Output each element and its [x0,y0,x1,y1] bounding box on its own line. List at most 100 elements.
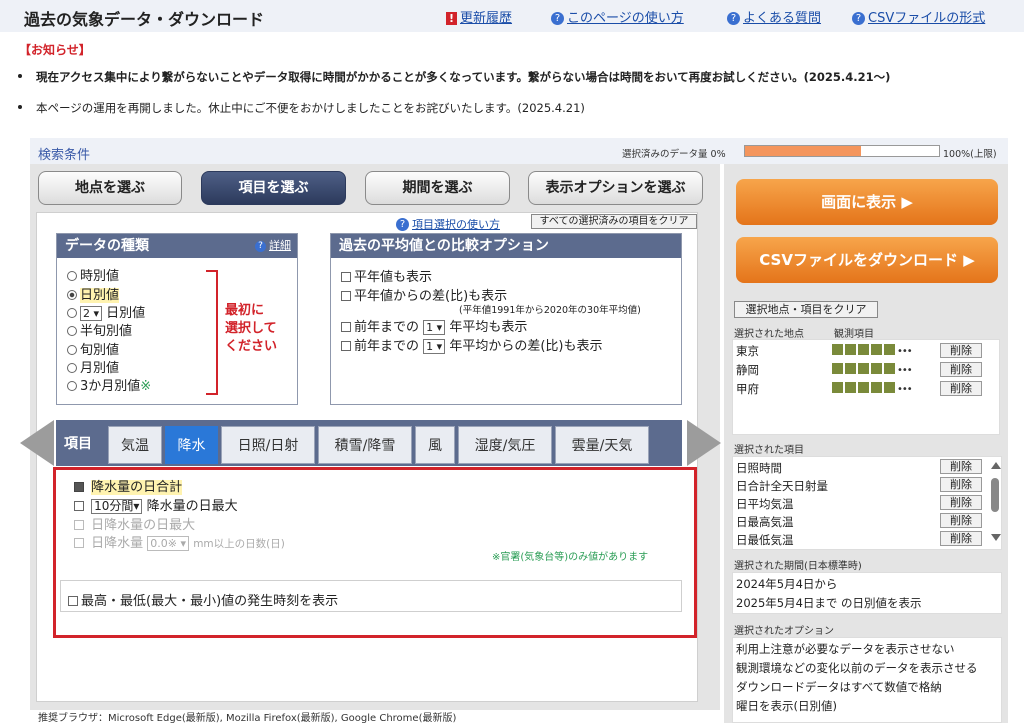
compare-heading: 過去の平均値との比較オプション [331,234,681,258]
faq-link[interactable]: ? よくある質問 [727,7,821,26]
period-from: 2024年5月4日から [736,577,838,591]
show-on-screen-button[interactable]: 画面に表示 ▶ [736,179,998,225]
option-line: 曜日を表示(日別値) [736,699,837,713]
data-type-heading: データの種類? 詳細 [57,234,297,258]
official-station-note: ※官署(気象台等)のみ値があります [492,552,649,563]
question-icon: ? [727,12,740,25]
observation-icon [871,363,882,374]
radio-icon [67,290,77,300]
radio-hourly[interactable]: 時別値 [67,265,119,284]
element-usage-label: 項目選択の使い方 [412,218,500,231]
notice-item: 現在アクセス集中により繋がらないことやデータ取得に時間がかかることが多くなってい… [18,69,890,85]
csv-format-link[interactable]: ? CSVファイルの形式 [852,7,985,26]
observation-icon [858,382,869,393]
element-icons: ••• [832,344,913,357]
prev-years-diff-select[interactable]: 1 ▾ [423,339,446,354]
bullet-icon [18,74,22,78]
tab-wind[interactable]: 風 [415,426,455,464]
radio-monthly[interactable]: 月別値 [67,357,119,376]
option-line: 観測環境などの変化以前のデータを表示させる [736,661,978,675]
selected-item: 日最低気温 [736,533,794,547]
delete-station-button[interactable]: 削除 [940,362,982,377]
radio-three-month[interactable]: 3か月別値※ [67,375,151,394]
radio-daily[interactable]: 日別値 [67,284,120,303]
tab-temperature[interactable]: 気温 [108,426,162,464]
radio-half-decade[interactable]: 半旬別値 [67,320,132,339]
element-usage-link[interactable]: ? 項目選択の使い方 [396,216,500,232]
prev-years-select[interactable]: 1 ▾ [423,320,446,335]
observation-icon [832,363,843,374]
csv-format-label: CSVファイルの形式 [868,11,986,26]
clear-all-button[interactable]: すべての選択済みの項目をクリア [531,214,697,229]
radio-label: 日別値 [80,288,120,303]
detail-link[interactable]: ? 詳細 [255,234,291,258]
detail-label: 詳細 [269,239,291,252]
delete-station-button[interactable]: 削除 [940,343,982,358]
page-usage-link[interactable]: ? このページの使い方 [551,7,684,26]
data-amount-label: 選択済みのデータ量 0% [622,149,726,160]
tab-humidity[interactable]: 湿度/気圧 [458,426,552,464]
station-name: 静岡 [736,363,759,377]
delete-item-button[interactable]: 削除 [940,531,982,546]
checkbox-label: 最高・最低(最大・最小)値の発生時刻を表示 [81,594,339,609]
question-icon: ? [255,241,266,252]
search-heading: 検索条件 [38,148,91,163]
observation-icon [884,344,895,355]
prev-years-diff-checkbox[interactable]: 前年までの 1 ▾ 年平均からの差(比)も表示 [341,335,602,354]
tab-precipitation[interactable]: 降水 [165,426,218,464]
radio-decade[interactable]: 旬別値 [67,339,119,358]
page-title: 過去の気象データ・ダウンロード [24,10,265,29]
checkbox-label-suffix: 年平均からの差(比)も表示 [449,339,603,354]
more-dots: ••• [897,365,913,376]
tab-sunshine[interactable]: 日照/日射 [221,426,315,464]
items-scrollbar[interactable] [989,460,1001,546]
observation-icon [884,382,895,393]
clear-selection-button[interactable]: 選択地点・項目をクリア [734,301,878,318]
n-days-value: 2 [83,307,90,320]
faq-label: よくある質問 [743,11,822,26]
update-history-link[interactable]: ! 更新履歴 [446,7,512,26]
maxmin-time-checkbox[interactable]: 最高・最低(最大・最小)値の発生時刻を表示 [68,590,338,609]
step-element-button[interactable]: 項目を選ぶ [201,171,346,205]
step-station-button[interactable]: 地点を選ぶ [38,171,182,205]
step-options-button[interactable]: 表示オプションを選ぶ [528,171,703,205]
n-days-select[interactable]: 2 ▾ [80,306,103,321]
stations-label: 選択された地点 [734,329,804,340]
scroll-down-icon[interactable] [991,534,1001,541]
station-name: 東京 [736,344,759,358]
tab-snow[interactable]: 積雪/降雪 [318,426,412,464]
prev-years-avg-checkbox[interactable]: 前年までの 1 ▾ 年平均も表示 [341,316,527,335]
observation-icon [871,382,882,393]
scroll-thumb[interactable] [991,478,999,512]
question-icon: ? [551,12,564,25]
option-line: ダウンロードデータはすべて数値で格納 [736,680,942,694]
delete-item-button[interactable]: 削除 [940,513,982,528]
tab-cloud[interactable]: 雲量/天気 [555,426,649,464]
csv-download-button[interactable]: CSVファイルをダウンロード ▶ [736,237,998,283]
checkbox-icon [74,538,84,548]
normal-period-note: (平年値1991年から2020年の30年平均値) [459,305,641,316]
delete-item-button[interactable]: 削除 [940,495,982,510]
station-name: 甲府 [736,382,759,396]
radio-n-days[interactable]: 2 ▾ 日別値 [67,302,145,321]
scroll-up-icon[interactable] [991,462,1001,469]
delete-item-button[interactable]: 削除 [940,477,982,492]
step-period-button[interactable]: 期間を選ぶ [365,171,510,205]
interval-select[interactable]: 10分間▾ [91,499,143,514]
delete-item-button[interactable]: 削除 [940,459,982,474]
interval-value: 10分間 [94,499,134,513]
radio-icon [67,326,77,336]
checkbox-icon [341,341,351,351]
radio-label: 月別値 [80,361,120,376]
daily-max-checkbox[interactable]: 10分間▾ 降水量の日最大 [74,495,238,514]
checkbox-checked-icon [74,482,84,492]
daily-total-checkbox[interactable]: 降水量の日合計 [74,476,183,495]
note-mark: ※ [140,379,152,394]
delete-station-button[interactable]: 削除 [940,381,982,396]
observation-icon [832,344,843,355]
checkbox-icon [341,322,351,332]
radio-icon [67,381,77,391]
checkbox-label: 平年値も表示 [354,270,433,285]
normal-value-checkbox[interactable]: 平年値も表示 [341,266,432,285]
period-to: 2025年5月4日まで の日別値を表示 [736,596,922,610]
